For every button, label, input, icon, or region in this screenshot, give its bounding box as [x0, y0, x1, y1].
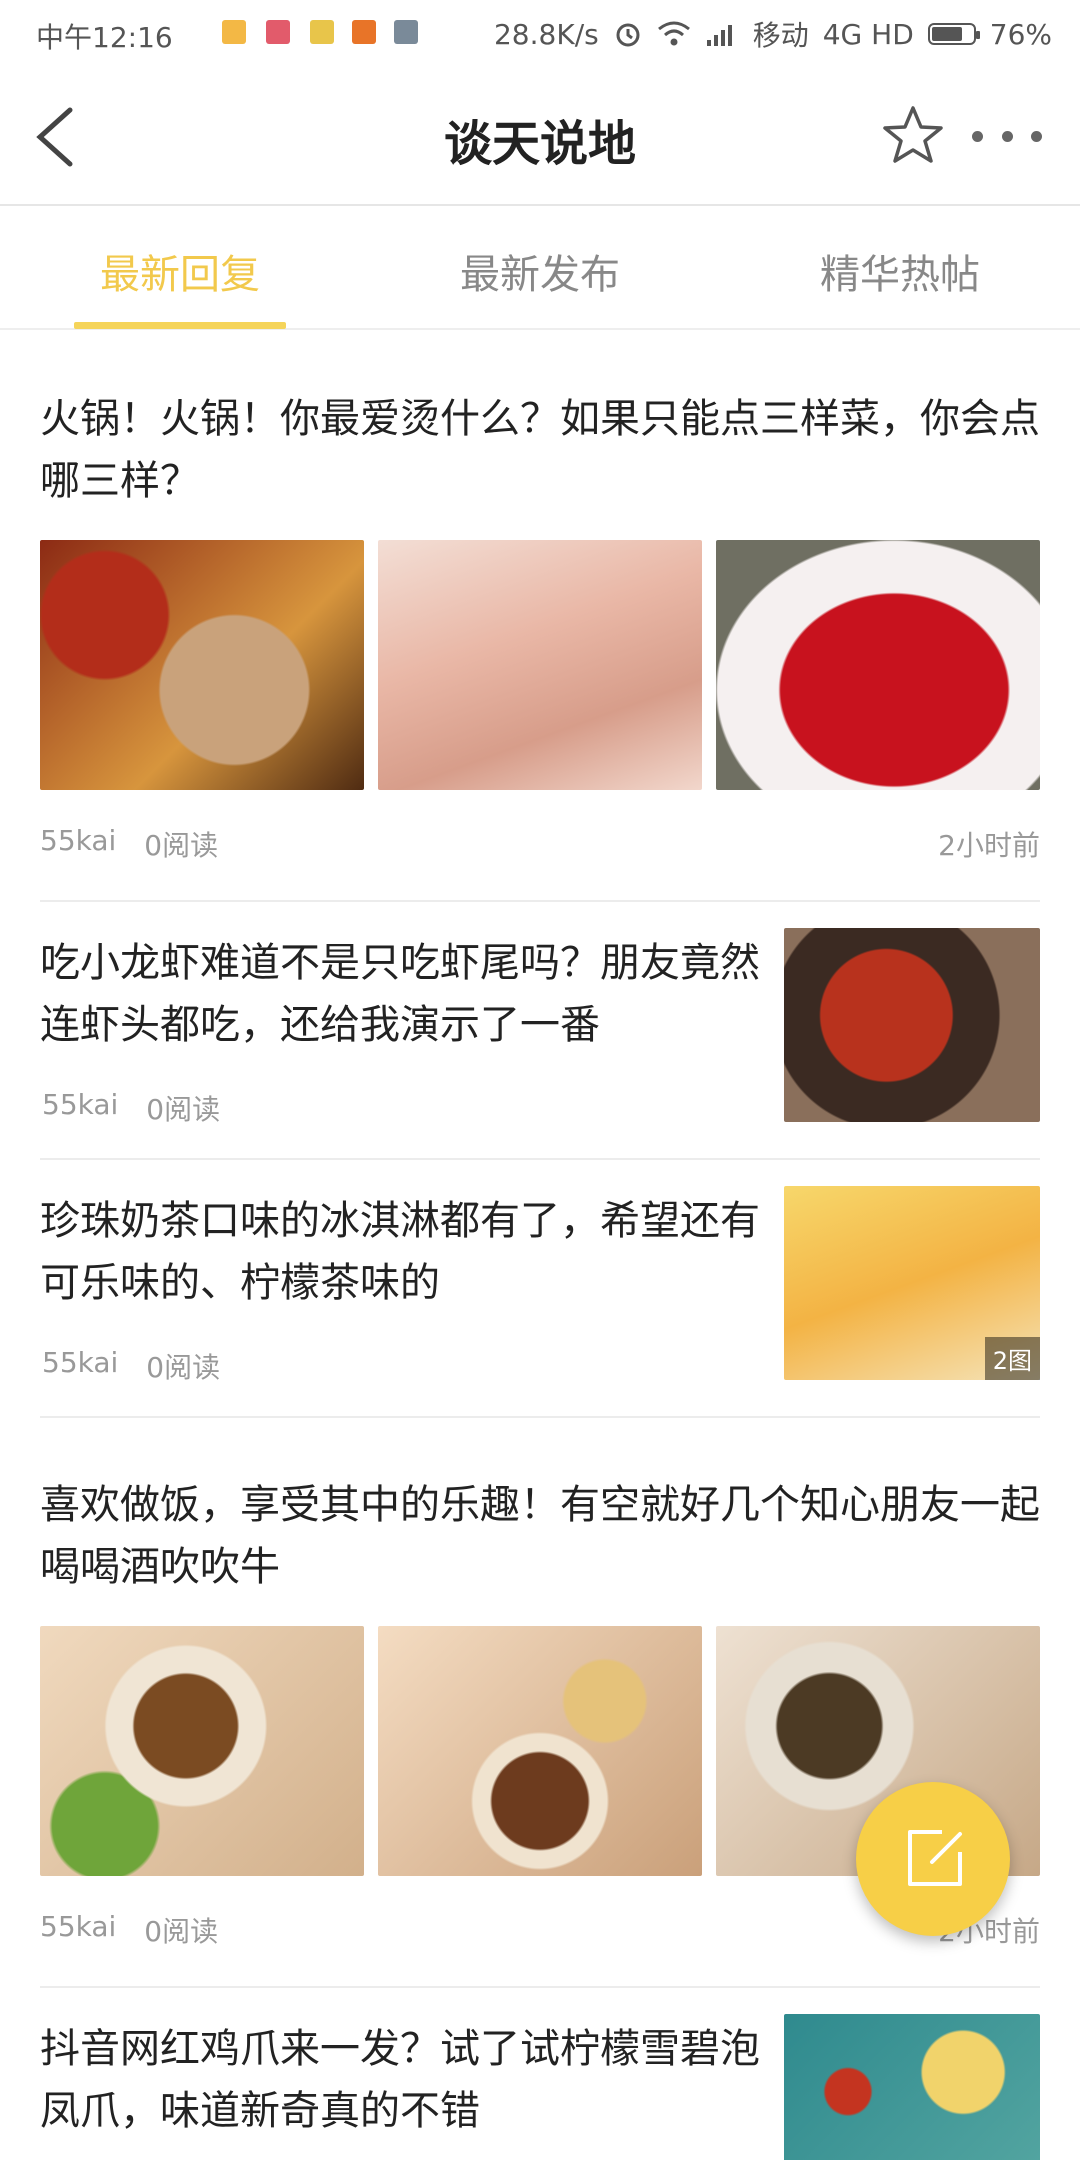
- network-speed: 28.8K/s: [493, 17, 599, 51]
- tab-bar: 最新回复 最新发布 精华热帖: [0, 206, 1080, 330]
- post-author: 55kai: [40, 1910, 117, 1943]
- tab-latest-post[interactable]: 最新发布: [360, 242, 720, 300]
- notification-icon: [394, 20, 418, 44]
- post-thumbnail: 2图: [784, 1186, 1040, 1380]
- post-reads: 0阅读: [144, 829, 219, 862]
- post-author: 55kai: [42, 1088, 119, 1121]
- post-reads: 0阅读: [144, 1915, 219, 1948]
- tab-latest-reply[interactable]: 最新回复: [0, 242, 360, 300]
- post-images: [40, 540, 1040, 790]
- post-reads: 0阅读: [146, 1351, 221, 1384]
- post-reads: 0阅读: [146, 1093, 221, 1126]
- post-author: 55kai: [42, 1346, 119, 1379]
- post-title: 吃小龙虾难道不是只吃虾尾吗？朋友竟然连虾头都吃，还给我演示了一番: [40, 940, 760, 1048]
- post-item[interactable]: 火锅！火锅！你最爱烫什么？如果只能点三样菜，你会点哪三样？ 55kai 0阅读 …: [40, 332, 1040, 902]
- nav-bar: 谈天说地: [0, 66, 1080, 206]
- status-time: 中午12:16: [36, 21, 173, 54]
- post-title: 火锅！火锅！你最爱烫什么？如果只能点三样菜，你会点哪三样？: [40, 396, 1040, 504]
- network-type: 4G HD: [822, 17, 914, 51]
- post-image: [378, 540, 702, 790]
- carrier-label: 移动: [752, 19, 809, 52]
- alarm-icon: [616, 23, 640, 47]
- post-meta: 55kai 0阅读 2小时前: [40, 824, 1040, 864]
- image-count-badge: 2图: [984, 1337, 1040, 1380]
- post-item[interactable]: 吃小龙虾难道不是只吃虾尾吗？朋友竟然连虾头都吃，还给我演示了一番 55kai 0…: [40, 902, 1040, 1160]
- post-item[interactable]: 抖音网红鸡爪来一发？试了试柠檬雪碧泡凤爪，味道新奇真的不错: [40, 1988, 1040, 2160]
- wifi-icon: [657, 21, 690, 46]
- star-icon[interactable]: [880, 102, 946, 168]
- post-title: 珍珠奶茶口味的冰淇淋都有了，希望还有可乐味的、柠檬茶味的: [40, 1198, 760, 1306]
- status-right: 28.8K/s 移动 4G HD 76%: [494, 14, 1052, 54]
- post-image: [716, 540, 1040, 790]
- post-image: [40, 540, 364, 790]
- tab-featured[interactable]: 精华热帖: [720, 242, 1080, 300]
- notification-icon: [310, 20, 334, 44]
- post-meta: 55kai 0阅读: [42, 1346, 220, 1386]
- post-thumbnail: [784, 2014, 1040, 2160]
- battery-level: [931, 27, 962, 41]
- battery-icon: [927, 23, 980, 45]
- compose-button[interactable]: [856, 1782, 1010, 1936]
- compose-icon: [908, 1830, 962, 1886]
- status-bar: 中午12:16 28.8K/s 移动 4G HD 76%: [0, 0, 1080, 66]
- notification-icon: [222, 20, 246, 44]
- post-item[interactable]: 珍珠奶茶口味的冰淇淋都有了，希望还有可乐味的、柠檬茶味的 55kai 0阅读 2…: [40, 1160, 1040, 1418]
- notification-icon: [352, 20, 376, 44]
- more-icon[interactable]: [972, 126, 1042, 146]
- post-thumbnail: [784, 928, 1040, 1122]
- post-image: [378, 1626, 702, 1876]
- signal-icon: [706, 25, 732, 46]
- post-author: 55kai: [40, 824, 117, 857]
- post-time: 2小时前: [938, 829, 1040, 862]
- post-image: [40, 1626, 364, 1876]
- notification-icon: [266, 20, 290, 44]
- battery-percent: 76%: [989, 17, 1052, 51]
- post-title: 喜欢做饭，享受其中的乐趣！有空就好几个知心朋友一起喝喝酒吹吹牛: [40, 1482, 1040, 1590]
- post-title: 抖音网红鸡爪来一发？试了试柠檬雪碧泡凤爪，味道新奇真的不错: [40, 2026, 760, 2134]
- post-meta: 55kai 0阅读: [42, 1088, 220, 1128]
- tab-active-indicator: [74, 322, 286, 329]
